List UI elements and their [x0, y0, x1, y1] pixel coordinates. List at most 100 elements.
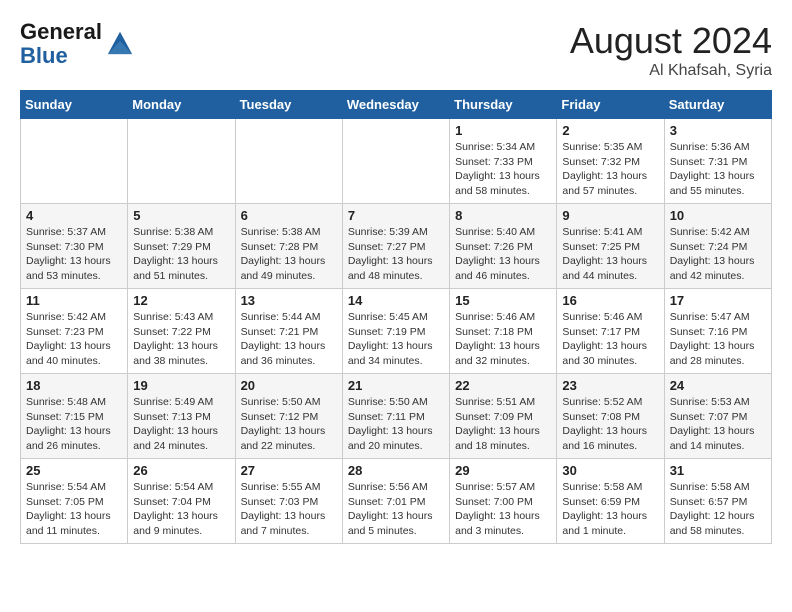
day-info: Sunrise: 5:34 AMSunset: 7:33 PMDaylight:…	[455, 140, 551, 199]
calendar-day-cell: 25 Sunrise: 5:54 AMSunset: 7:05 PMDayligh…	[21, 459, 128, 544]
day-info: Sunrise: 5:38 AMSunset: 7:29 PMDaylight:…	[133, 225, 229, 284]
logo-blue: Blue	[20, 44, 102, 68]
day-number: 30	[562, 463, 658, 478]
day-info: Sunrise: 5:54 AMSunset: 7:04 PMDaylight:…	[133, 480, 229, 539]
day-number: 31	[670, 463, 766, 478]
day-info: Sunrise: 5:45 AMSunset: 7:19 PMDaylight:…	[348, 310, 444, 369]
day-number: 23	[562, 378, 658, 393]
day-info: Sunrise: 5:51 AMSunset: 7:09 PMDaylight:…	[455, 395, 551, 454]
calendar-day-cell: 30 Sunrise: 5:58 AMSunset: 6:59 PMDayligh…	[557, 459, 664, 544]
day-number: 14	[348, 293, 444, 308]
calendar-day-cell: 10 Sunrise: 5:42 AMSunset: 7:24 PMDayligh…	[664, 204, 771, 289]
day-number: 26	[133, 463, 229, 478]
day-number: 8	[455, 208, 551, 223]
day-info: Sunrise: 5:53 AMSunset: 7:07 PMDaylight:…	[670, 395, 766, 454]
day-number: 18	[26, 378, 122, 393]
weekday-header-monday: Monday	[128, 91, 235, 119]
logo-icon	[106, 28, 134, 56]
day-number: 16	[562, 293, 658, 308]
calendar-week-row: 11 Sunrise: 5:42 AMSunset: 7:23 PMDayligh…	[21, 289, 772, 374]
calendar-day-cell	[21, 119, 128, 204]
day-info: Sunrise: 5:39 AMSunset: 7:27 PMDaylight:…	[348, 225, 444, 284]
calendar-day-cell: 8Sunrise: 5:40 AMSunset: 7:26 PMDaylight…	[450, 204, 557, 289]
day-number: 11	[26, 293, 122, 308]
weekday-header-sunday: Sunday	[21, 91, 128, 119]
calendar-day-cell: 21 Sunrise: 5:50 AMSunset: 7:11 PMDayligh…	[342, 374, 449, 459]
location-subtitle: Al Khafsah, Syria	[570, 62, 772, 80]
calendar-week-row: 18 Sunrise: 5:48 AMSunset: 7:15 PMDayligh…	[21, 374, 772, 459]
day-number: 20	[241, 378, 337, 393]
day-number: 12	[133, 293, 229, 308]
calendar-day-cell: 28Sunrise: 5:56 AMSunset: 7:01 PMDayligh…	[342, 459, 449, 544]
calendar-day-cell: 29Sunrise: 5:57 AMSunset: 7:00 PMDayligh…	[450, 459, 557, 544]
day-number: 5	[133, 208, 229, 223]
day-info: Sunrise: 5:41 AMSunset: 7:25 PMDaylight:…	[562, 225, 658, 284]
calendar-day-cell: 23 Sunrise: 5:52 AMSunset: 7:08 PMDayligh…	[557, 374, 664, 459]
day-info: Sunrise: 5:38 AMSunset: 7:28 PMDaylight:…	[241, 225, 337, 284]
calendar-day-cell: 4 Sunrise: 5:37 AMSunset: 7:30 PMDaylight…	[21, 204, 128, 289]
day-info: Sunrise: 5:47 AMSunset: 7:16 PMDaylight:…	[670, 310, 766, 369]
calendar-day-cell: 6Sunrise: 5:38 AMSunset: 7:28 PMDaylight…	[235, 204, 342, 289]
day-number: 4	[26, 208, 122, 223]
calendar-day-cell: 5 Sunrise: 5:38 AMSunset: 7:29 PMDaylight…	[128, 204, 235, 289]
day-number: 9	[562, 208, 658, 223]
logo-general: General	[20, 20, 102, 44]
day-info: Sunrise: 5:42 AMSunset: 7:23 PMDaylight:…	[26, 310, 122, 369]
calendar-day-cell: 15Sunrise: 5:46 AMSunset: 7:18 PMDayligh…	[450, 289, 557, 374]
calendar-day-cell: 22 Sunrise: 5:51 AMSunset: 7:09 PMDayligh…	[450, 374, 557, 459]
calendar-week-row: 25 Sunrise: 5:54 AMSunset: 7:05 PMDayligh…	[21, 459, 772, 544]
calendar-day-cell: 31 Sunrise: 5:58 AMSunset: 6:57 PMDayligh…	[664, 459, 771, 544]
weekday-header-saturday: Saturday	[664, 91, 771, 119]
calendar-day-cell	[235, 119, 342, 204]
day-info: Sunrise: 5:36 AMSunset: 7:31 PMDaylight:…	[670, 140, 766, 199]
calendar-day-cell	[128, 119, 235, 204]
calendar-day-cell: 9 Sunrise: 5:41 AMSunset: 7:25 PMDaylight…	[557, 204, 664, 289]
calendar-week-row: 4 Sunrise: 5:37 AMSunset: 7:30 PMDaylight…	[21, 204, 772, 289]
calendar-day-cell: 3 Sunrise: 5:36 AMSunset: 7:31 PMDaylight…	[664, 119, 771, 204]
calendar-day-cell	[342, 119, 449, 204]
calendar-day-cell: 13 Sunrise: 5:44 AMSunset: 7:21 PMDayligh…	[235, 289, 342, 374]
day-info: Sunrise: 5:58 AMSunset: 6:59 PMDaylight:…	[562, 480, 658, 539]
day-number: 27	[241, 463, 337, 478]
title-block: August 2024 Al Khafsah, Syria	[570, 20, 772, 80]
day-number: 29	[455, 463, 551, 478]
day-info: Sunrise: 5:52 AMSunset: 7:08 PMDaylight:…	[562, 395, 658, 454]
calendar-table: SundayMondayTuesdayWednesdayThursdayFrid…	[20, 90, 772, 544]
calendar-week-row: 1 Sunrise: 5:34 AMSunset: 7:33 PMDaylight…	[21, 119, 772, 204]
day-number: 17	[670, 293, 766, 308]
day-number: 22	[455, 378, 551, 393]
calendar-day-cell: 18 Sunrise: 5:48 AMSunset: 7:15 PMDayligh…	[21, 374, 128, 459]
weekday-header-tuesday: Tuesday	[235, 91, 342, 119]
calendar-header-row: SundayMondayTuesdayWednesdayThursdayFrid…	[21, 91, 772, 119]
day-info: Sunrise: 5:42 AMSunset: 7:24 PMDaylight:…	[670, 225, 766, 284]
calendar-day-cell: 12Sunrise: 5:43 AMSunset: 7:22 PMDayligh…	[128, 289, 235, 374]
day-number: 2	[562, 123, 658, 138]
weekday-header-friday: Friday	[557, 91, 664, 119]
day-number: 19	[133, 378, 229, 393]
day-number: 3	[670, 123, 766, 138]
day-number: 25	[26, 463, 122, 478]
day-info: Sunrise: 5:35 AMSunset: 7:32 PMDaylight:…	[562, 140, 658, 199]
weekday-header-thursday: Thursday	[450, 91, 557, 119]
calendar-day-cell: 1 Sunrise: 5:34 AMSunset: 7:33 PMDaylight…	[450, 119, 557, 204]
day-info: Sunrise: 5:44 AMSunset: 7:21 PMDaylight:…	[241, 310, 337, 369]
calendar-day-cell: 14 Sunrise: 5:45 AMSunset: 7:19 PMDayligh…	[342, 289, 449, 374]
month-year-title: August 2024	[570, 20, 772, 62]
calendar-day-cell: 2 Sunrise: 5:35 AMSunset: 7:32 PMDaylight…	[557, 119, 664, 204]
day-info: Sunrise: 5:50 AMSunset: 7:11 PMDaylight:…	[348, 395, 444, 454]
day-number: 28	[348, 463, 444, 478]
calendar-day-cell: 17 Sunrise: 5:47 AMSunset: 7:16 PMDayligh…	[664, 289, 771, 374]
day-info: Sunrise: 5:37 AMSunset: 7:30 PMDaylight:…	[26, 225, 122, 284]
day-number: 13	[241, 293, 337, 308]
day-info: Sunrise: 5:54 AMSunset: 7:05 PMDaylight:…	[26, 480, 122, 539]
day-number: 10	[670, 208, 766, 223]
day-info: Sunrise: 5:50 AMSunset: 7:12 PMDaylight:…	[241, 395, 337, 454]
day-info: Sunrise: 5:48 AMSunset: 7:15 PMDaylight:…	[26, 395, 122, 454]
day-info: Sunrise: 5:58 AMSunset: 6:57 PMDaylight:…	[670, 480, 766, 539]
day-number: 1	[455, 123, 551, 138]
calendar-day-cell: 20 Sunrise: 5:50 AMSunset: 7:12 PMDayligh…	[235, 374, 342, 459]
logo: General Blue	[20, 20, 134, 68]
day-number: 24	[670, 378, 766, 393]
day-number: 21	[348, 378, 444, 393]
day-info: Sunrise: 5:49 AMSunset: 7:13 PMDaylight:…	[133, 395, 229, 454]
